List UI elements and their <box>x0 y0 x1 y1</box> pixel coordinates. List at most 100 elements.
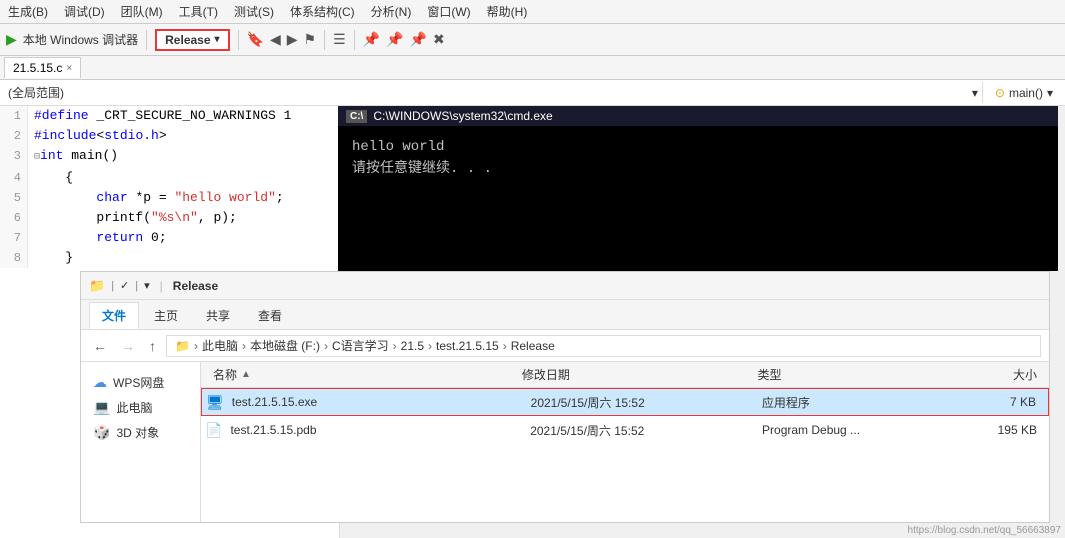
explorer-title-text: Release <box>173 279 218 293</box>
play-icon[interactable]: ▶ <box>6 31 17 48</box>
sort-up-icon: ▲ <box>241 369 251 380</box>
cmd-title-text: C:\WINDOWS\system32\cmd.exe <box>373 109 552 123</box>
pdb-file-size: 195 KB <box>914 423 1045 437</box>
path-sep-6: › <box>503 339 507 353</box>
path-sep-2: › <box>242 339 246 353</box>
mypc-label: 此电脑 <box>116 399 152 416</box>
tab-close-button[interactable]: × <box>66 63 72 74</box>
pdb-file-type: Program Debug ... <box>754 423 914 437</box>
menu-item-window[interactable]: 窗口(W) <box>427 3 470 20</box>
code-line-6: 6 printf("%s\n", p); <box>0 208 339 228</box>
debug-label[interactable]: 本地 Windows 调试器 <box>23 31 138 48</box>
align-icon[interactable]: ☰ <box>333 31 346 48</box>
address-path[interactable]: 📁 › 此电脑 › 本地磁盘 (F:) › C语言学习 › 21.5 › tes… <box>166 335 1041 357</box>
col-header-name[interactable]: 名称 ▲ <box>205 366 514 383</box>
file-header: 名称 ▲ 修改日期 类型 大小 <box>201 362 1049 388</box>
title-down-icon: ▾ <box>144 279 150 292</box>
menu-item-team[interactable]: 团队(M) <box>121 3 163 20</box>
pdb-file-date: 2021/5/15/周六 15:52 <box>522 422 754 439</box>
pin-icon-1[interactable]: 📌 <box>363 31 380 48</box>
code-line-8: 8 } <box>0 248 339 268</box>
pin-icon-4[interactable]: ✖ <box>433 31 445 48</box>
arrow-icon-2[interactable]: ▶ <box>287 31 298 48</box>
file-explorer: 📁 | ✓ | ▾ | Release 文件 主页 共享 查看 ← → ↑ 📁 … <box>80 271 1050 523</box>
sidebar-item-mypc[interactable]: 💻 此电脑 <box>85 395 196 420</box>
cmd-content: hello world 请按任意键继续. . . <box>338 126 1058 206</box>
scope-arrow-icon: ▾ <box>972 86 978 100</box>
ribbon-tab-home[interactable]: 主页 <box>141 302 191 329</box>
path-sep-4: › <box>393 339 397 353</box>
scope-dropdown[interactable]: (全局范围) ▾ <box>4 82 983 103</box>
toolbar-separator-3 <box>324 30 325 50</box>
code-line-2: 2 #include<stdio.h> <box>0 126 339 146</box>
path-icon: 📁 <box>175 339 190 353</box>
path-sep-3: › <box>324 339 328 353</box>
menu-item-arch[interactable]: 体系结构(C) <box>290 3 355 20</box>
sidebar-item-wps[interactable]: ☁ WPS网盘 <box>85 370 196 395</box>
toolbar-separator-4 <box>354 30 355 50</box>
path-part-dir3[interactable]: test.21.5.15 <box>436 339 499 353</box>
path-part-pc[interactable]: 此电脑 <box>202 337 238 354</box>
address-bar: ← → ↑ 📁 › 此电脑 › 本地磁盘 (F:) › C语言学习 › 21.5… <box>81 330 1049 362</box>
nav-up-button[interactable]: ↑ <box>145 336 160 356</box>
path-part-dir2[interactable]: 21.5 <box>401 339 424 353</box>
code-line-3: 3 ⊟int main() <box>0 146 339 168</box>
title-decoration2: | <box>135 280 138 292</box>
code-line-4: 4 { <box>0 168 339 188</box>
explorer-title-bar: 📁 | ✓ | ▾ | Release <box>81 272 1049 300</box>
scope-bar: (全局范围) ▾ ⊙ main() ▾ <box>0 80 1065 106</box>
menu-item-help[interactable]: 帮助(H) <box>487 3 528 20</box>
toolbar-separator-2 <box>238 30 239 50</box>
ribbon-tab-file[interactable]: 文件 <box>89 302 139 329</box>
code-line-5: 5 char *p = "hello world"; <box>0 188 339 208</box>
func-label: main() <box>1009 86 1043 100</box>
menu-item-generate[interactable]: 生成(B) <box>8 3 48 20</box>
menu-item-tools[interactable]: 工具(T) <box>179 3 218 20</box>
menu-item-debug[interactable]: 调试(D) <box>64 3 105 20</box>
title-checkmark-icon: ✓ <box>120 279 129 292</box>
path-part-disk[interactable]: 本地磁盘 (F:) <box>250 337 320 354</box>
menu-item-test[interactable]: 测试(S) <box>234 3 274 20</box>
tab-bar: 21.5.15.c × <box>0 56 1065 80</box>
pin-icon-3[interactable]: 📌 <box>410 31 427 48</box>
col-header-size[interactable]: 大小 <box>912 366 1045 383</box>
3d-icon: 🎲 <box>93 424 110 441</box>
menu-bar: 生成(B) 调试(D) 团队(M) 工具(T) 测试(S) 体系结构(C) 分析… <box>0 0 1065 24</box>
scope-label: (全局范围) <box>8 84 64 101</box>
arrow-icon-3[interactable]: ⚑ <box>304 31 317 48</box>
pdb-file-name: test.21.5.15.pdb <box>226 423 522 437</box>
sidebar-item-3d[interactable]: 🎲 3D 对象 <box>85 420 196 445</box>
pdb-file-icon: 📄 <box>205 422 222 439</box>
col-header-date[interactable]: 修改日期 <box>514 366 750 383</box>
pin-icon-2[interactable]: 📌 <box>386 31 403 48</box>
title-decoration1: | <box>111 280 114 292</box>
ribbon-tab-share[interactable]: 共享 <box>193 302 243 329</box>
func-arrow-icon: ▾ <box>1047 86 1053 100</box>
path-sep-1: › <box>194 339 198 353</box>
nav-back-button[interactable]: ← <box>89 336 111 356</box>
release-label: Release <box>165 33 210 47</box>
tab-filename: 21.5.15.c <box>13 61 62 75</box>
exe-file-name: test.21.5.15.exe <box>228 395 523 409</box>
file-row-exe[interactable]: 🖥 test.21.5.15.exe 2021/5/15/周六 15:52 应用… <box>201 388 1049 416</box>
file-tab[interactable]: 21.5.15.c × <box>4 57 81 78</box>
watermark: https://blog.csdn.net/qq_56663897 <box>908 525 1061 536</box>
bookmark-icon[interactable]: 🔖 <box>247 31 264 48</box>
release-arrow-icon: ▾ <box>215 34 220 45</box>
func-icon: ⊙ <box>995 86 1005 100</box>
cmd-window: C:\ C:\WINDOWS\system32\cmd.exe hello wo… <box>338 106 1058 271</box>
title-separator: | <box>160 279 163 293</box>
func-dropdown[interactable]: ⊙ main() ▾ <box>987 84 1061 102</box>
nav-forward-button[interactable]: → <box>117 336 139 356</box>
arrow-icon-1[interactable]: ◀ <box>270 31 281 48</box>
col-header-type[interactable]: 类型 <box>749 366 911 383</box>
path-part-release[interactable]: Release <box>511 339 555 353</box>
toolbar: ▶ 本地 Windows 调试器 Release ▾ 🔖 ◀ ▶ ⚑ ☰ 📌 📌… <box>0 24 1065 56</box>
ribbon-tab-view[interactable]: 查看 <box>245 302 295 329</box>
path-part-dir1[interactable]: C语言学习 <box>332 337 389 354</box>
menu-item-analyze[interactable]: 分析(N) <box>371 3 412 20</box>
exe-file-size: 7 KB <box>913 395 1044 409</box>
file-row-pdb[interactable]: 📄 test.21.5.15.pdb 2021/5/15/周六 15:52 Pr… <box>201 416 1049 444</box>
release-dropdown[interactable]: Release ▾ <box>155 29 229 51</box>
explorer-folder-icon: 📁 <box>89 278 105 294</box>
